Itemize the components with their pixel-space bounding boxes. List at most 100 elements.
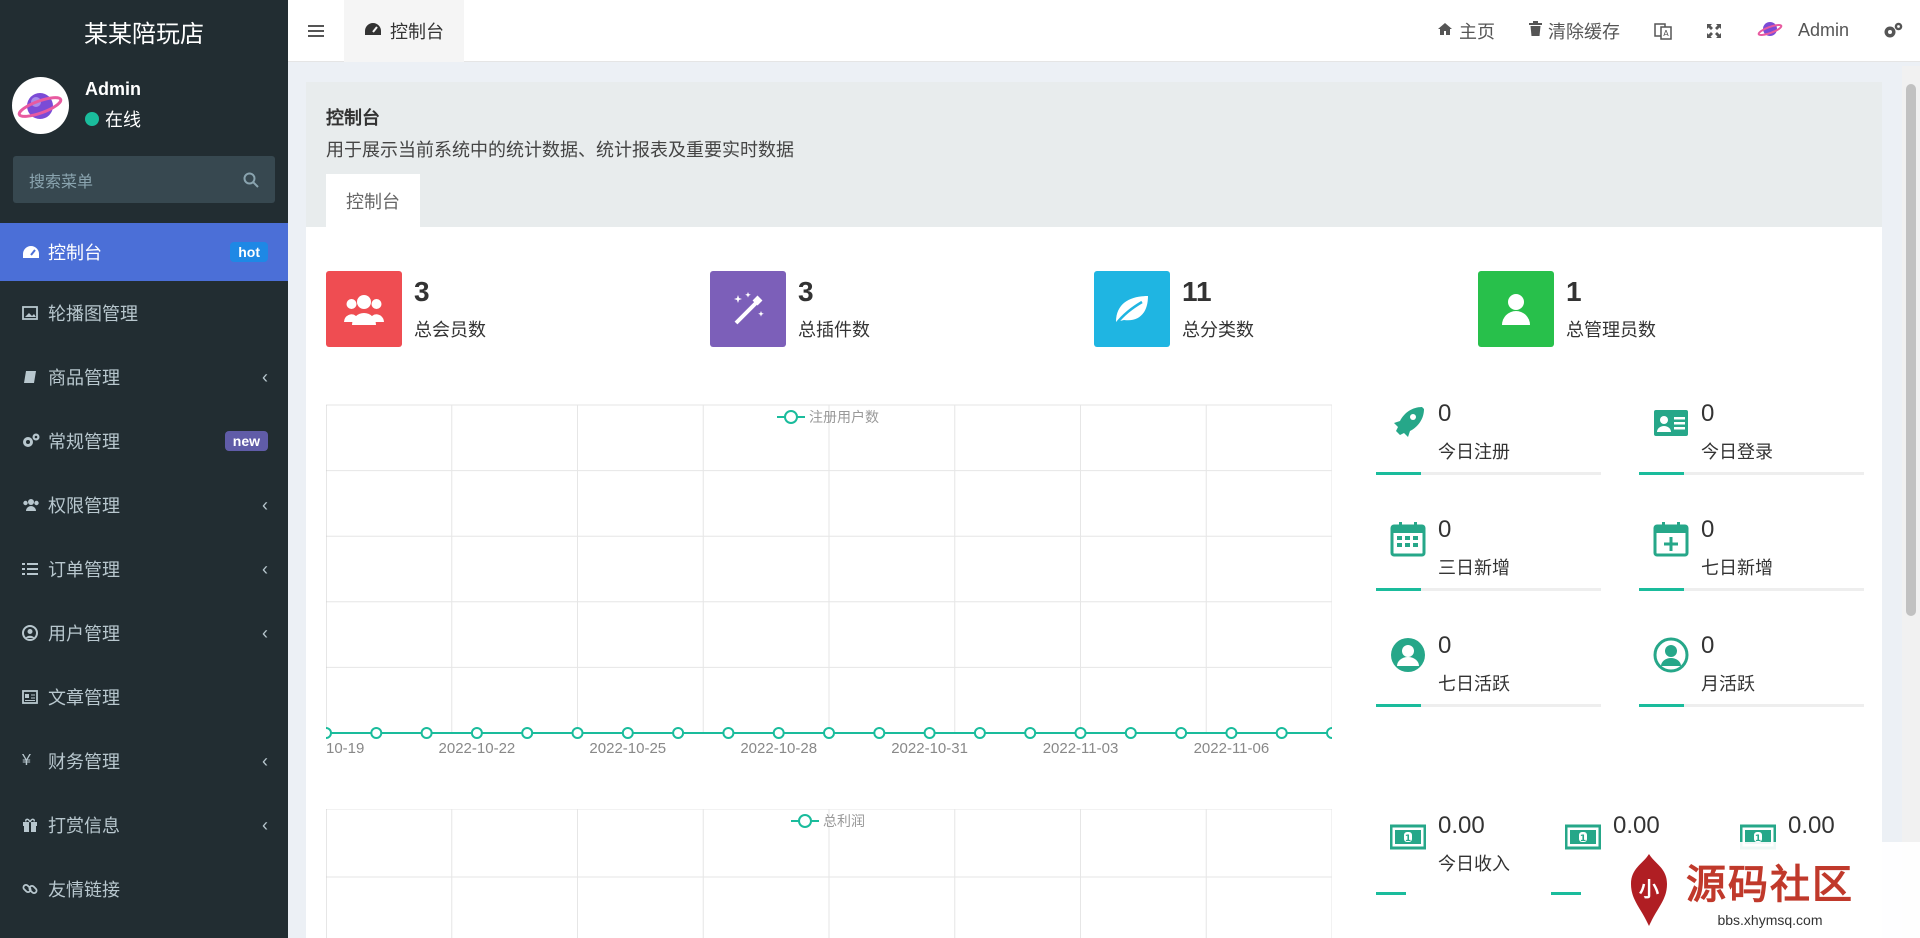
page-description: 用于展示当前系统中的统计数据、统计报表及重要实时数据 <box>326 140 794 160</box>
data-point <box>470 727 483 739</box>
data-point <box>1074 727 1087 739</box>
user-circle-icon <box>1391 638 1425 672</box>
expand-icon <box>1706 23 1721 38</box>
user-avatar-icon <box>1756 14 1784 47</box>
sidebar-item-rewards[interactable]: 打赏信息 ‹ <box>0 793 288 857</box>
hamburger-icon <box>308 24 324 37</box>
sidebar-item-links[interactable]: 友情链接 <box>0 857 288 921</box>
scrollbar-thumb[interactable] <box>1906 84 1916 616</box>
language-button[interactable]: A <box>1637 0 1689 62</box>
data-point <box>621 727 634 739</box>
image-icon <box>22 305 48 321</box>
mini-stat-label: 今日注册 <box>1438 442 1510 462</box>
stat-plugins: 3 总插件数 <box>710 271 1094 347</box>
hot-badge: hot <box>230 242 268 262</box>
chevron-left-icon: ‹ <box>262 814 268 835</box>
watermark-logo-icon: 小 <box>1631 854 1667 926</box>
sidebar-item-label: 文章管理 <box>48 688 120 708</box>
clear-cache-button[interactable]: 清除缓存 <box>1512 0 1637 62</box>
settings-button[interactable] <box>1866 0 1920 62</box>
leaf-icon <box>1094 271 1170 347</box>
stat-categories: 11 总分类数 <box>1094 271 1478 347</box>
content-header: 控制台 用于展示当前系统中的统计数据、统计报表及重要实时数据 控制台 <box>306 82 1882 227</box>
chevron-left-icon: ‹ <box>262 622 268 643</box>
home-link[interactable]: 主页 <box>1420 0 1512 62</box>
sidebar-item-finance[interactable]: ¥ 财务管理 ‹ <box>0 729 288 793</box>
stat-value: 1 <box>1566 276 1582 307</box>
stat-admins: 1 总管理员数 <box>1478 271 1862 347</box>
data-point <box>923 727 936 739</box>
money-icon: 1 <box>1390 824 1426 850</box>
data-point <box>672 727 685 739</box>
search-input[interactable]: 搜索菜单 <box>13 156 275 203</box>
data-point <box>571 727 584 739</box>
fullscreen-button[interactable] <box>1689 0 1739 62</box>
user-status-label: 在线 <box>105 109 141 130</box>
dashboard-icon <box>22 245 48 259</box>
money-stat-value: 0.00 <box>1613 812 1660 839</box>
search-placeholder: 搜索菜单 <box>29 173 94 191</box>
sidebar-item-permissions[interactable]: 权限管理 ‹ <box>0 473 288 537</box>
home-label: 主页 <box>1458 21 1495 42</box>
stat-value: 3 <box>414 276 430 307</box>
sidebar-item-users[interactable]: 用户管理 ‹ <box>0 601 288 665</box>
data-point <box>722 727 735 739</box>
sidebar-item-articles[interactable]: 文章管理 <box>0 665 288 729</box>
mini-stat-seven-day-new: 0 七日新增 <box>1639 516 1864 596</box>
mini-stat-seven-day-active: 0 七日活跃 <box>1376 632 1601 712</box>
newspaper-icon <box>22 689 48 705</box>
online-dot-icon <box>85 111 99 126</box>
sidebar-item-products[interactable]: 商品管理 ‹ <box>0 345 288 409</box>
scrollbar[interactable] <box>1902 66 1920 938</box>
x-tick-label: 2022-10-25 <box>589 740 666 757</box>
tab-dashboard-inner[interactable]: 控制台 <box>326 174 420 227</box>
sidebar-item-label: 权限管理 <box>48 496 120 516</box>
link-icon <box>22 881 48 897</box>
sidebar-toggle-button[interactable] <box>288 0 344 62</box>
x-tick-label: 2022-10-28 <box>740 740 817 757</box>
mini-stat-value: 0 <box>1701 400 1715 427</box>
money-stat-label: 今日收入 <box>1438 854 1510 874</box>
sidebar-item-label: 轮播图管理 <box>48 304 138 324</box>
mini-stat-three-day-new: 0 三日新增 <box>1376 516 1601 596</box>
watermark-url: bbs.xhymsq.com <box>1717 912 1823 928</box>
id-card-icon <box>1654 410 1688 436</box>
sidebar-item-label: 控制台 <box>48 243 102 263</box>
user-name: Admin <box>85 78 141 99</box>
tab-dashboard[interactable]: 控制台 <box>344 0 464 62</box>
chevron-left-icon: ‹ <box>262 558 268 579</box>
mini-stat-monthly-active: 0 月活跃 <box>1639 632 1864 712</box>
legend-marker <box>798 814 812 828</box>
x-tick-label: 10-19 <box>326 740 364 757</box>
data-point <box>1175 727 1188 739</box>
stat-boxes: 3 总会员数 3 总插件数 11 总分类数 1 总管理员数 <box>306 271 1882 347</box>
mini-stat-label: 今日登录 <box>1701 442 1773 462</box>
x-tick-label: 2022-11-03 <box>1043 740 1119 757</box>
progress-fill <box>1639 704 1684 707</box>
money-icon: 1 <box>1565 824 1601 850</box>
clear-cache-label: 清除缓存 <box>1547 21 1620 42</box>
data-point <box>873 727 886 739</box>
yen-icon: ¥ <box>22 752 31 769</box>
search-icon[interactable] <box>243 172 259 188</box>
money-stat-value: 0.00 <box>1788 812 1835 839</box>
sidebar-item-carousel[interactable]: 轮播图管理 <box>0 281 288 345</box>
sidebar-item-dashboard[interactable]: 控制台 hot <box>0 223 288 281</box>
total-profit-chart: 总利润 <box>326 809 1332 938</box>
sidebar-item-orders[interactable]: 订单管理 ‹ <box>0 537 288 601</box>
user-menu[interactable]: Admin <box>1739 0 1866 62</box>
rocket-icon <box>1394 407 1424 437</box>
progress-fill <box>1639 588 1684 591</box>
svg-text:1: 1 <box>1405 834 1411 844</box>
dashboard-icon <box>364 20 382 41</box>
sidebar-item-label: 友情链接 <box>48 880 120 900</box>
progress-fill <box>1639 472 1684 475</box>
sidebar-item-general[interactable]: 常规管理 new <box>0 409 288 473</box>
sidebar-item-label: 常规管理 <box>48 432 120 452</box>
app-title[interactable]: 某某陪玩店 <box>0 0 288 62</box>
money-stat-today-income: 1 0.00 今日收入 <box>1376 812 1546 902</box>
sidebar-menu: 控制台 hot 轮播图管理 商品管理 ‹ 常规管理 new 权限管理 ‹ 订单管… <box>0 223 288 921</box>
data-point <box>823 727 835 739</box>
sidebar-item-label: 用户管理 <box>48 624 120 644</box>
data-point <box>1326 727 1332 739</box>
